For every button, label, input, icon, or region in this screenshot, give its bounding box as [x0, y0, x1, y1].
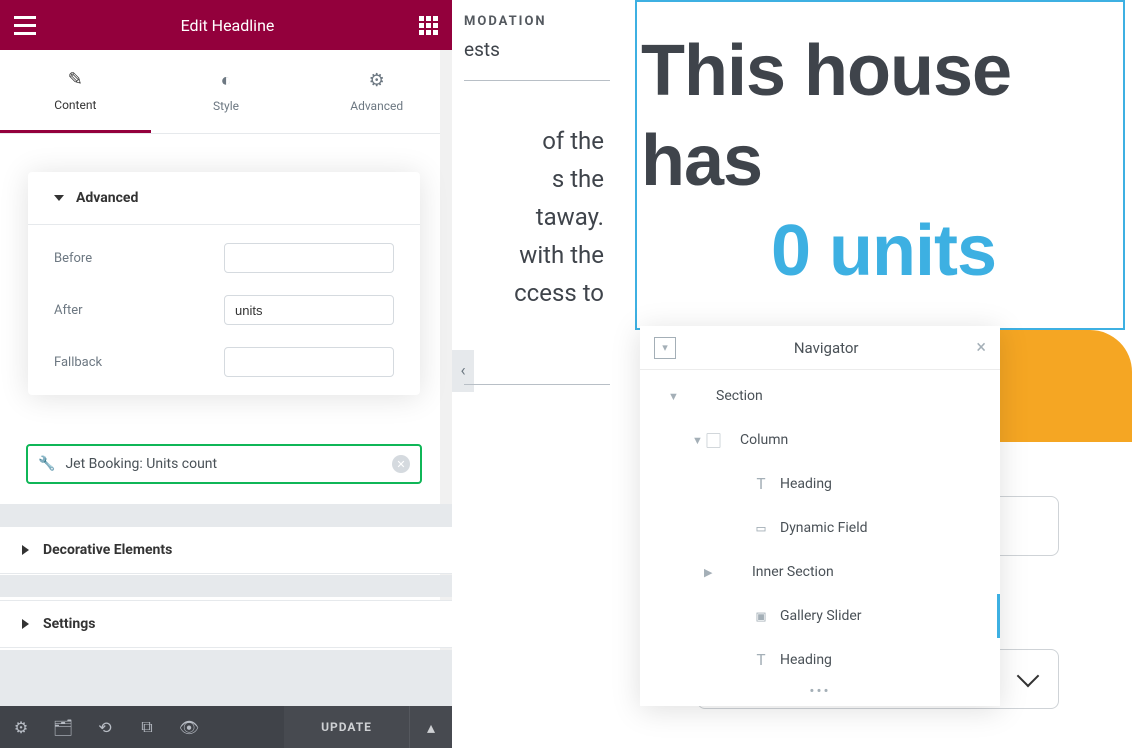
element-type-icon: ▣ [752, 607, 770, 625]
panel-collapse-handle[interactable]: ‹ [452, 350, 474, 392]
clear-icon[interactable]: ✕ [392, 455, 410, 473]
fallback-input[interactable] [224, 347, 394, 377]
dynamic-tag-field[interactable]: 🔧 Jet Booking: Units count ✕ [26, 444, 422, 484]
headline-text: This house has 0 units [641, 26, 1123, 296]
navigator-tree: ▼ Section ▼⃞ Column T Heading ▭ Dynamic Field ▶ I… [640, 370, 1000, 680]
navigator-item-label: Heading [780, 476, 832, 492]
element-type-icon: ⃞ [712, 430, 730, 451]
navigator-item-label: Dynamic Field [780, 520, 868, 536]
selected-headline-widget[interactable]: This house has 0 units [635, 0, 1125, 330]
navigator-item[interactable]: T Heading [640, 638, 1000, 680]
close-icon[interactable]: × [976, 337, 986, 358]
navigator-item[interactable]: ▶ Inner Section [640, 550, 1000, 594]
tab-label: Content [54, 98, 96, 112]
element-type-icon: T [752, 475, 770, 493]
drag-handle-icon[interactable]: ••• [640, 680, 1000, 702]
tab-content[interactable]: ✎ Content [0, 50, 151, 133]
tab-style[interactable]: ◐ Style [151, 50, 302, 133]
collapse-all-icon[interactable]: ▾ [654, 337, 676, 359]
apps-icon[interactable] [419, 16, 438, 35]
tab-label: Style [213, 99, 239, 113]
wrench-icon: 🔧 [38, 456, 55, 472]
navigator-header: ▾ Navigator × [640, 326, 1000, 370]
caret-right-icon [22, 619, 29, 629]
element-type-icon: ▭ [752, 519, 770, 537]
field-after: After [54, 295, 394, 325]
navigator-title: Navigator [676, 339, 976, 357]
chevron-down-icon [1017, 665, 1040, 688]
headline-dynamic-value: 0 units [641, 206, 1123, 296]
navigator-item[interactable]: T Heading [640, 462, 1000, 506]
responsive-icon[interactable]: ⧉ [126, 706, 168, 748]
navigator-item-label: Column [740, 432, 788, 448]
navigator-item[interactable]: ▼ Section [640, 374, 1000, 418]
body-text: of the s the taway. with the ccess to [464, 122, 604, 312]
text-fragment: MODATION [464, 14, 547, 29]
update-dropdown[interactable]: ▴ [410, 706, 452, 748]
menu-icon[interactable] [14, 16, 36, 35]
advanced-popover: Advanced Before After Fallback [28, 172, 420, 395]
field-before: Before [54, 243, 394, 273]
caret-right-icon[interactable]: ▶ [704, 566, 714, 579]
panel-header: Edit Headline [0, 0, 452, 50]
text-fragment: ests [464, 38, 500, 61]
caret-down-icon [54, 195, 64, 201]
tabs: ✎ Content ◐ Style ⚙ Advanced [0, 50, 452, 134]
divider [0, 504, 452, 526]
divider [464, 80, 610, 81]
caret-right-icon [22, 545, 29, 555]
navigator-item-label: Section [716, 388, 763, 404]
popover-body: Before After Fallback [28, 225, 420, 395]
popover-title: Advanced [76, 190, 138, 206]
gear-icon: ⚙ [369, 70, 385, 91]
caret-down-icon[interactable]: ▼ [668, 390, 678, 403]
tab-advanced[interactable]: ⚙ Advanced [301, 50, 452, 133]
settings-icon[interactable]: ⚙ [0, 706, 42, 748]
divider [0, 575, 452, 597]
field-label: Fallback [54, 355, 102, 370]
section-label: Settings [43, 616, 95, 632]
field-label: After [54, 303, 83, 318]
section-label: Decorative Elements [43, 542, 172, 558]
navigator-icon[interactable]: 🗂 [42, 706, 84, 748]
navigator-panel: ▾ Navigator × ▼ Section ▼⃞ Column T Heading ▭ D… [640, 326, 1000, 706]
navigator-item[interactable]: ▼⃞ Column [640, 418, 1000, 462]
divider [464, 384, 610, 385]
yellow-block [982, 330, 1132, 442]
section-decorative-elements[interactable]: Decorative Elements [0, 526, 452, 574]
preview-icon[interactable]: 👁 [168, 706, 210, 748]
navigator-item-label: Inner Section [752, 564, 834, 580]
pencil-icon: ✎ [68, 69, 83, 90]
navigator-item[interactable]: ▭ Dynamic Field [640, 506, 1000, 550]
panel-footer: ⚙ 🗂 ⟲ ⧉ 👁 UPDATE ▴ [0, 706, 452, 748]
navigator-item-label: Heading [780, 652, 832, 668]
tab-label: Advanced [350, 99, 403, 113]
popover-header[interactable]: Advanced [28, 172, 420, 225]
divider [0, 650, 452, 706]
dynamic-tag-text: Jet Booking: Units count [65, 456, 382, 472]
navigator-item-label: Gallery Slider [780, 608, 862, 624]
navigator-item[interactable]: ▣ Gallery Slider [640, 594, 1000, 638]
field-fallback: Fallback [54, 347, 394, 377]
after-input[interactable] [224, 295, 394, 325]
field-label: Before [54, 251, 92, 266]
update-button[interactable]: UPDATE [284, 706, 410, 748]
caret-down-icon[interactable]: ▼ [692, 434, 702, 447]
contrast-icon: ◐ [221, 70, 232, 91]
section-settings[interactable]: Settings [0, 600, 452, 648]
panel-title: Edit Headline [181, 16, 275, 35]
before-input[interactable] [224, 243, 394, 273]
history-icon[interactable]: ⟲ [84, 706, 126, 748]
editor-panel: Edit Headline ✎ Content ◐ Style ⚙ Advanc… [0, 0, 452, 748]
element-type-icon: T [752, 651, 770, 669]
